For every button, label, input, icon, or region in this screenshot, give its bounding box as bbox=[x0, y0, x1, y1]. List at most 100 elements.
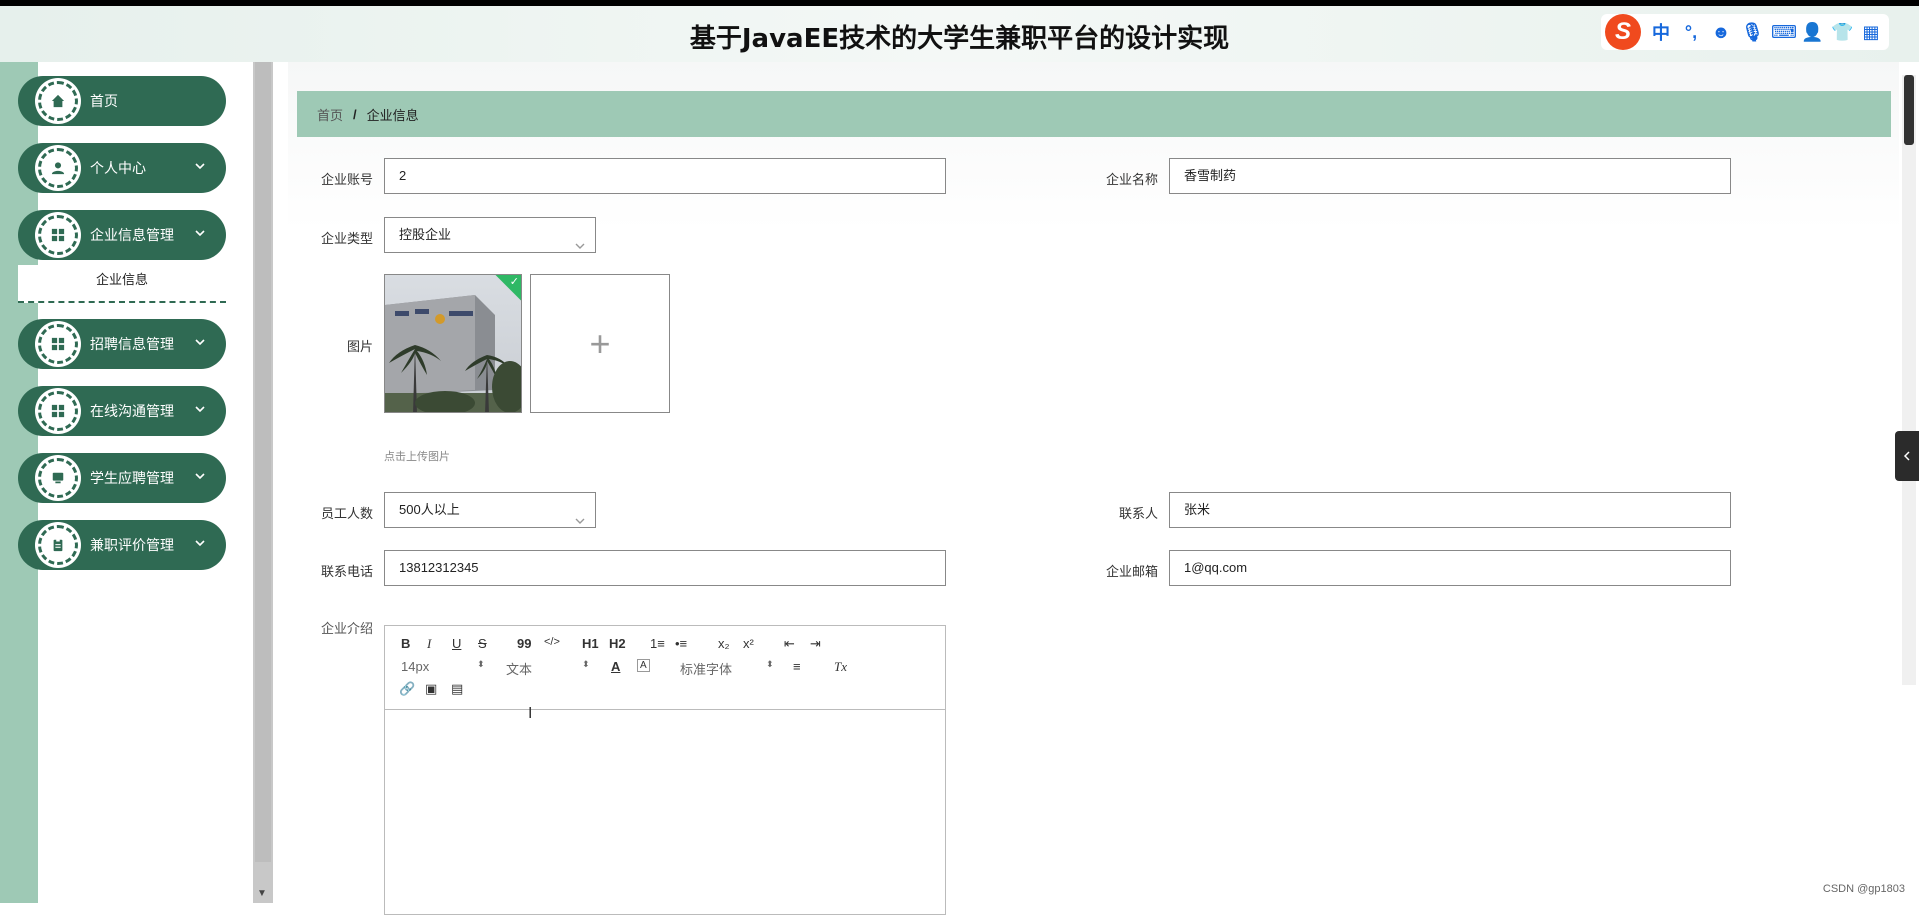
superscript-button[interactable]: x² bbox=[743, 636, 754, 651]
sidebar-item-chat[interactable]: 在线沟通管理 bbox=[18, 386, 226, 436]
monitor-icon bbox=[38, 458, 78, 498]
upload-tip: 点击上传图片 bbox=[384, 451, 450, 463]
quote-button[interactable]: 99 bbox=[517, 636, 531, 651]
scrollbar-thumb[interactable] bbox=[255, 62, 271, 862]
page-scrollbar[interactable] bbox=[1902, 75, 1916, 685]
sidebar-item-label: 首页 bbox=[90, 93, 118, 109]
sidebar-item-label: 企业信息管理 bbox=[90, 227, 174, 243]
ime-punct[interactable]: °, bbox=[1681, 22, 1701, 43]
employees-select[interactable]: 500人以上 bbox=[384, 492, 596, 528]
side-panel-toggle[interactable] bbox=[1895, 431, 1919, 481]
watermark: CSDN @gp1803 bbox=[1822, 883, 1905, 895]
company-name-label: 企业名称 bbox=[1105, 172, 1158, 187]
keyboard-icon[interactable]: ⌨ bbox=[1771, 22, 1797, 43]
add-image-button[interactable]: + bbox=[530, 274, 670, 413]
clean-format-button[interactable]: Tx bbox=[834, 659, 847, 675]
breadcrumb-home[interactable]: 首页 bbox=[317, 105, 343, 124]
sidebar-item-recruit[interactable]: 招聘信息管理 bbox=[18, 319, 226, 369]
clipboard-icon bbox=[38, 525, 78, 565]
contact-label: 联系人 bbox=[1118, 506, 1158, 521]
account-label: 企业账号 bbox=[320, 172, 373, 187]
background-color-button[interactable]: A bbox=[637, 659, 650, 672]
font-family-select[interactable]: 标准字体 ⬍ bbox=[680, 659, 774, 678]
submenu-company-info[interactable]: 企业信息 bbox=[18, 265, 226, 303]
check-icon: ✓ bbox=[509, 276, 519, 288]
email-input[interactable]: 1@qq.com bbox=[1169, 550, 1731, 586]
grid-icon bbox=[38, 215, 78, 255]
sidebar-item-profile[interactable]: 个人中心 bbox=[18, 143, 226, 193]
bullet-list-button[interactable]: •≡ bbox=[675, 636, 687, 651]
chevron-down-icon bbox=[194, 160, 206, 172]
h2-button[interactable]: H2 bbox=[609, 636, 626, 651]
sidebar-item-label: 兼职评价管理 bbox=[90, 537, 174, 553]
company-type-select[interactable]: 控股企业 bbox=[384, 217, 596, 253]
apps-icon[interactable]: ▦ bbox=[1861, 22, 1881, 43]
sidebar-scrollbar[interactable]: ▼ bbox=[253, 62, 273, 903]
shirt-icon[interactable]: 👕 bbox=[1831, 22, 1853, 43]
chevron-down-icon bbox=[194, 537, 206, 549]
editor-toolbar: B I U S 99 </> H1 H2 1≡ •≡ x₂ x² ⇤ ⇥ 14p… bbox=[385, 626, 945, 710]
chevron-down-icon bbox=[194, 470, 206, 482]
user-icon bbox=[38, 148, 78, 188]
code-button[interactable]: </> bbox=[544, 636, 560, 648]
italic-button[interactable]: I bbox=[427, 636, 431, 652]
text-cursor-icon: I bbox=[528, 705, 533, 722]
header-value: 文本 bbox=[506, 662, 533, 677]
breadcrumb-separator: / bbox=[353, 106, 357, 122]
sidebar-item-label: 个人中心 bbox=[90, 160, 146, 176]
strike-button[interactable]: S bbox=[478, 636, 487, 651]
link-icon[interactable]: 🔗 bbox=[399, 681, 415, 697]
intro-label: 企业介绍 bbox=[320, 621, 373, 636]
company-name-input[interactable]: 香雪制药 bbox=[1169, 158, 1731, 194]
app-title: 基于JavaEE技术的大学生兼职平台的设计实现 bbox=[689, 24, 1230, 54]
image-label: 图片 bbox=[346, 339, 373, 354]
ime-mode[interactable]: 中 bbox=[1651, 19, 1671, 45]
scroll-down-icon[interactable]: ▼ bbox=[257, 888, 267, 899]
bold-button[interactable]: B bbox=[401, 636, 410, 651]
font-size-select[interactable]: 14px ⬍ bbox=[401, 659, 485, 674]
app-header: 基于JavaEE技术的大学生兼职平台的设计实现 S 中 °, ☻ 🎙 ⌨ 👤 👕… bbox=[0, 6, 1919, 62]
mic-icon[interactable]: 🎙 bbox=[1741, 22, 1764, 43]
font-color-button[interactable]: A bbox=[611, 659, 620, 674]
chevron-down-icon bbox=[575, 230, 585, 249]
home-icon bbox=[38, 81, 78, 121]
indent-button[interactable]: ⇥ bbox=[810, 636, 821, 652]
ordered-list-button[interactable]: 1≡ bbox=[650, 636, 665, 651]
employees-value: 500人以上 bbox=[399, 502, 460, 517]
chevron-left-icon bbox=[1903, 451, 1910, 461]
ime-toolbar[interactable]: S 中 °, ☻ 🎙 ⌨ 👤 👕 ▦ bbox=[1601, 14, 1889, 50]
sidebar-item-home[interactable]: 首页 bbox=[18, 76, 226, 126]
phone-input[interactable]: 13812312345 bbox=[384, 550, 946, 586]
company-photo[interactable]: ✓ bbox=[384, 274, 522, 413]
emoji-icon[interactable]: ☻ bbox=[1711, 22, 1731, 43]
outdent-button[interactable]: ⇤ bbox=[784, 636, 795, 652]
chevron-down-icon bbox=[194, 403, 206, 415]
contact-input[interactable]: 张米 bbox=[1169, 492, 1731, 528]
user-icon[interactable]: 👤 bbox=[1801, 22, 1823, 43]
phone-label: 联系电话 bbox=[320, 564, 373, 579]
breadcrumb-current: 企业信息 bbox=[366, 107, 419, 123]
intro-editor[interactable]: B I U S 99 </> H1 H2 1≡ •≡ x₂ x² ⇤ ⇥ 14p… bbox=[384, 625, 946, 915]
h1-button[interactable]: H1 bbox=[582, 636, 599, 651]
scrollbar-thumb[interactable] bbox=[1904, 75, 1914, 145]
sidebar-item-reviews[interactable]: 兼职评价管理 bbox=[18, 520, 226, 570]
sidebar-item-company[interactable]: 企业信息管理 bbox=[18, 210, 226, 260]
underline-button[interactable]: U bbox=[452, 636, 461, 651]
subscript-button[interactable]: x₂ bbox=[718, 636, 730, 651]
align-button[interactable]: ≡ bbox=[793, 659, 801, 674]
plus-icon: + bbox=[589, 322, 611, 364]
chevron-down-icon bbox=[194, 227, 206, 239]
sidebar-item-label: 在线沟通管理 bbox=[90, 403, 174, 419]
sidebar-item-label: 招聘信息管理 bbox=[90, 336, 174, 352]
sogou-logo-icon[interactable]: S bbox=[1605, 14, 1641, 50]
company-type-value: 控股企业 bbox=[399, 227, 452, 242]
header-select[interactable]: 文本 ⬍ bbox=[506, 659, 590, 678]
company-photo-image bbox=[385, 275, 521, 412]
video-icon[interactable]: ▤ bbox=[451, 681, 463, 697]
sidebar-item-applications[interactable]: 学生应聘管理 bbox=[18, 453, 226, 503]
account-input[interactable]: 2 bbox=[384, 158, 946, 194]
email-label: 企业邮箱 bbox=[1105, 564, 1158, 579]
grid-icon bbox=[38, 324, 78, 364]
company-type-label: 企业类型 bbox=[320, 231, 373, 246]
image-icon[interactable]: ▣ bbox=[425, 681, 437, 697]
